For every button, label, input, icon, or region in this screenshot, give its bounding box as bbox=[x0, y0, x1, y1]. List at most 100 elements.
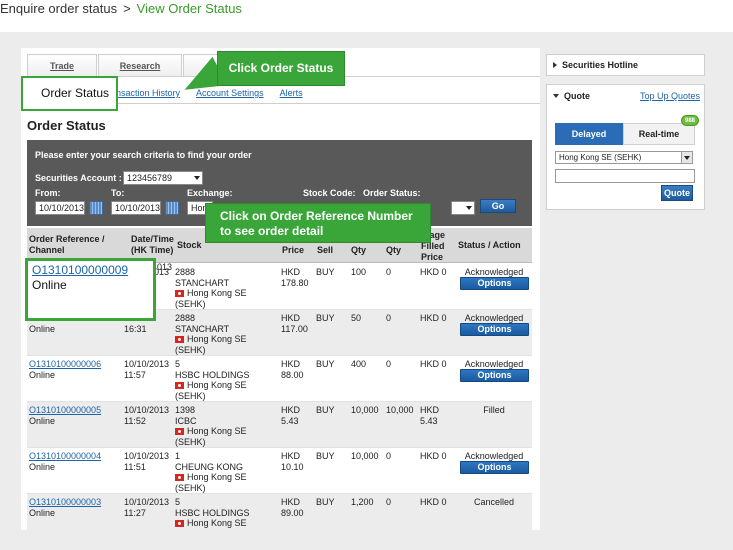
side-cell: BUY bbox=[316, 267, 335, 277]
quote-button[interactable]: Quote bbox=[661, 185, 693, 201]
status-text: Acknowledged bbox=[464, 359, 524, 369]
options-button[interactable]: Options bbox=[460, 461, 529, 474]
stock-code: 2888 bbox=[175, 267, 196, 277]
market-select[interactable]: Hong Kong SE (SEHK) bbox=[555, 151, 693, 164]
breadcrumb-first: Enquire order status bbox=[0, 1, 118, 16]
go-button[interactable]: Go bbox=[480, 199, 516, 213]
stock-name: STANCHART bbox=[175, 277, 230, 288]
subnav-transaction-history[interactable]: nsaction History bbox=[116, 88, 180, 98]
callout-click-order-status: Click Order Status bbox=[217, 51, 345, 86]
securities-hotline-header[interactable]: Securities Hotline bbox=[546, 54, 705, 76]
tab-research[interactable]: Research bbox=[98, 54, 182, 76]
options-button[interactable]: Options bbox=[460, 323, 529, 336]
right-sidebar: Securities Hotline Quote Top Up Quotes D… bbox=[546, 48, 706, 530]
from-date-input[interactable]: 10/10/2013 bbox=[35, 201, 85, 215]
tab-delayed[interactable]: Delayed bbox=[555, 123, 623, 145]
securities-account-select[interactable]: 123456789 bbox=[123, 171, 203, 185]
price-currency: HKD bbox=[281, 359, 301, 369]
executed-qty-cell: 0 bbox=[386, 497, 392, 507]
subnav-alerts[interactable]: Alerts bbox=[280, 88, 303, 98]
channel: Online bbox=[29, 461, 56, 472]
tab-trade-label: Trade bbox=[49, 61, 74, 71]
executed-qty-cell: 10,000 bbox=[386, 405, 414, 415]
order-reference-link[interactable]: O1310100000005 bbox=[29, 405, 101, 415]
quote-title[interactable]: Quote bbox=[553, 91, 590, 101]
tab-trade[interactable]: Trade bbox=[27, 54, 97, 76]
order-status-select[interactable] bbox=[451, 201, 475, 215]
market-select-value: Hong Kong SE (SEHK) bbox=[559, 153, 642, 162]
quote-panel: Quote Top Up Quotes Delayed Real-time 98… bbox=[546, 84, 705, 210]
qty-cell: 50 bbox=[351, 313, 362, 323]
stock-cell: 2888 STANCHART Hong Kong SE (SEHK) bbox=[175, 313, 247, 355]
from-date-value: 10/10/2013 bbox=[39, 203, 85, 213]
stock-name: ICBC bbox=[175, 415, 197, 426]
order-time: 11:27 bbox=[124, 507, 146, 518]
status-text: Acknowledged bbox=[464, 267, 524, 277]
stock-code: 1398 bbox=[175, 405, 196, 415]
triangle-down-icon bbox=[553, 94, 559, 98]
stock-market-code: (SEHK) bbox=[175, 344, 206, 355]
price-value: 178.80 bbox=[281, 277, 309, 288]
status-text: Cancelled bbox=[473, 497, 515, 507]
tab-real-time[interactable]: Real-time bbox=[623, 123, 695, 145]
header-qty: Qty bbox=[351, 245, 367, 255]
chevron-down-icon bbox=[466, 206, 472, 210]
qty-cell: 1,200 bbox=[351, 497, 374, 507]
top-up-quotes-link[interactable]: Top Up Quotes bbox=[640, 91, 700, 101]
price-value: 117.00 bbox=[281, 323, 308, 334]
qty-cell: 10,000 bbox=[351, 451, 379, 461]
header-datetime: Date/Time (HK Time) bbox=[131, 234, 174, 255]
stock-cell: 1398 ICBC Hong Kong SE (SEHK) bbox=[175, 405, 247, 447]
price-cell: HKD 89.00 bbox=[281, 497, 304, 518]
executed-qty-cell: 0 bbox=[386, 451, 392, 461]
executed-qty-cell: 0 bbox=[386, 313, 392, 323]
stock-market: Hong Kong SE bbox=[187, 472, 247, 482]
breadcrumb-current: View Order Status bbox=[136, 1, 242, 16]
quote-title-label: Quote bbox=[564, 91, 590, 101]
order-reference-highlight[interactable]: O1310100000009 Online bbox=[25, 258, 156, 321]
callout-line-2: to see order detail bbox=[220, 224, 324, 238]
datetime-cell: 10/10/2013 11:27 bbox=[124, 497, 169, 518]
price-currency: HKD bbox=[281, 497, 301, 507]
price-value: 10.10 bbox=[281, 461, 304, 472]
stock-cell: 1 CHEUNG KONG Hong Kong SE (SEHK) bbox=[175, 451, 247, 493]
avg-price-currency: HKD 0 bbox=[420, 497, 447, 507]
price-cell: HKD 178.80 bbox=[281, 267, 309, 288]
hong-kong-flag-icon bbox=[175, 520, 184, 527]
stock-name: HSBC HOLDINGS bbox=[175, 369, 250, 380]
order-date: 10/10/2013 bbox=[124, 405, 170, 415]
table-row: O1310100000006 Online 10/10/2013 11:57 5 HSBC… bbox=[27, 356, 532, 402]
avg-price-cell: HKD 0 bbox=[420, 313, 447, 324]
calendar-icon[interactable] bbox=[89, 201, 103, 215]
order-reference-link[interactable]: O1310100000006 bbox=[29, 359, 101, 369]
avg-price-cell: HKD 0 bbox=[420, 451, 447, 462]
highlighted-channel: Online bbox=[32, 278, 67, 292]
order-reference-link[interactable]: O1310100000004 bbox=[29, 451, 101, 461]
hong-kong-flag-icon bbox=[175, 474, 184, 481]
securities-hotline-label: Securities Hotline bbox=[562, 60, 639, 70]
from-label: From: bbox=[35, 188, 61, 198]
avg-price-currency: HKD 0 bbox=[420, 451, 447, 461]
order-reference-link[interactable]: O1310100000003 bbox=[29, 497, 101, 507]
header-price: Price bbox=[282, 245, 305, 255]
side-cell: BUY bbox=[316, 451, 335, 461]
to-date-input[interactable]: 10/10/2013 bbox=[111, 201, 161, 215]
stock-market: Hong Kong SE bbox=[187, 334, 247, 344]
order-ref-cell: O1310100000003 Online bbox=[29, 497, 101, 518]
qty-cell: 10,000 bbox=[351, 405, 379, 415]
options-button[interactable]: Options bbox=[460, 277, 529, 290]
order-time: 11:57 bbox=[124, 369, 146, 380]
status-text: Filled bbox=[483, 405, 505, 415]
avg-price-currency: HKD 0 bbox=[420, 313, 447, 323]
channel: Online bbox=[29, 369, 56, 380]
hong-kong-flag-icon bbox=[175, 290, 184, 297]
highlighted-order-reference-link[interactable]: O1310100000009 bbox=[32, 263, 149, 277]
calendar-icon[interactable] bbox=[165, 201, 179, 215]
options-button[interactable]: Options bbox=[460, 369, 529, 382]
datetime-cell: 10/10/2013 11:51 bbox=[124, 451, 169, 472]
stock-code-input[interactable] bbox=[555, 169, 695, 183]
stock-name: HSBC HOLDINGS bbox=[175, 507, 250, 518]
breadcrumb-separator: > bbox=[123, 1, 131, 16]
order-status-highlight[interactable]: Order Status bbox=[21, 76, 118, 111]
stock-code: 2888 bbox=[175, 313, 196, 323]
